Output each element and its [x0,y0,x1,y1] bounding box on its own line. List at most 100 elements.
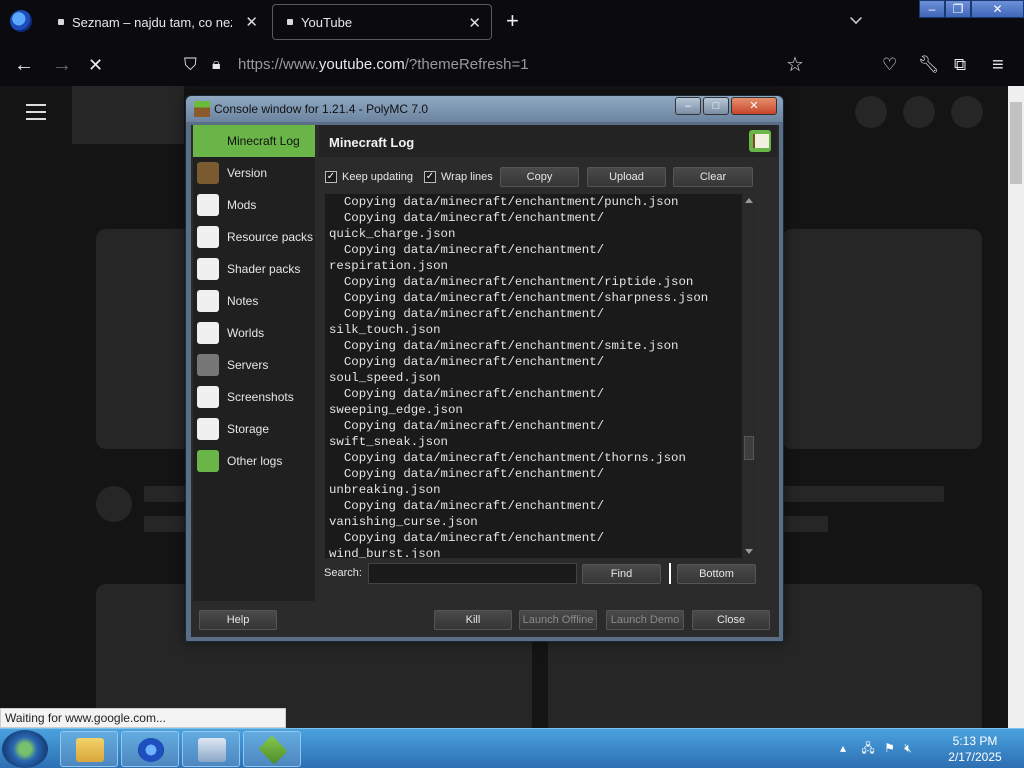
tab-favicon-icon [287,19,293,25]
sidebar-item-minecraft-log[interactable]: Minecraft Log [193,125,315,157]
log-line: respiration.json [329,259,448,273]
close-icon[interactable]: ✕ [468,14,481,32]
bookmark-star-icon[interactable]: ☆ [786,54,804,76]
lock-icon[interactable]: 🔒︎ [212,54,221,76]
title-placeholder [782,486,944,502]
log-line: Copying data/minecraft/enchantment/ [329,387,605,401]
sidebar-item-label: Notes [227,294,259,308]
url-host: youtube.com [318,56,405,73]
launch-demo-button[interactable]: Launch Demo [606,610,684,630]
tab-title: Seznam – najdu tam, co neznám [72,14,232,30]
close-button[interactable]: Close [692,610,770,630]
log-line: Copying data/minecraft/enchantment/ [329,211,605,225]
dialog-minimize-icon[interactable]: – [675,97,701,115]
sidebar-item-label: Other logs [227,454,283,468]
taskbar-firefox[interactable] [121,731,179,767]
search-input[interactable] [368,563,577,584]
title-placeholder [144,486,188,502]
grass-block-icon [194,101,210,117]
sidebar-item-screenshots[interactable]: Screenshots [193,381,315,413]
help-button[interactable]: Help [199,610,277,630]
placeholder-avatar [855,96,887,128]
kill-button[interactable]: Kill [434,610,512,630]
sidebar-item-version[interactable]: Version [193,157,315,189]
extensions-icon[interactable]: ⧉ [954,54,966,76]
wrench-icon[interactable]: 🔧︎ [918,54,940,76]
start-button-icon[interactable] [2,730,48,768]
tab-list-chevron-down-icon[interactable] [850,12,862,24]
search-label: Search: [324,567,362,579]
clock-date: 2/17/2025 [948,750,1002,764]
log-scrollbar-thumb[interactable] [744,436,754,460]
sidebar-item-other-logs[interactable]: Other logs [193,445,315,477]
volume-muted-icon[interactable]: 🔇︎ [904,741,912,755]
log-line: soul_speed.json [329,371,441,385]
window-close-icon[interactable]: ✕ [971,0,1024,18]
sidebar-item-resource-packs[interactable]: Resource packs [193,221,315,253]
wrap-lines-checkbox[interactable]: ✓ Wrap lines [424,171,493,183]
clear-button[interactable]: Clear [673,167,753,187]
dialog-sidebar: Minecraft Log Version Mods Resource packs Sh… [193,125,315,601]
bottom-button[interactable]: Bottom [677,564,756,584]
console-window: Console window for 1.21.4 - PolyMC 7.0 –… [185,95,784,642]
sidebar-item-label: Version [227,166,268,180]
video-thumbnail-placeholder [96,229,196,449]
clock-time: 5:13 PM [952,734,998,748]
storage-icon [197,418,219,440]
log-scrollbar[interactable] [742,194,756,558]
back-arrow-icon[interactable]: ← [14,54,34,76]
window-restore-icon[interactable]: ❐ [945,0,971,18]
show-hidden-icons-icon[interactable]: ▴ [840,741,846,755]
new-tab-plus-icon[interactable]: + [506,9,519,33]
log-line: quick_charge.json [329,227,456,241]
stop-loading-icon[interactable]: ✕ [88,54,103,76]
action-center-flag-icon[interactable]: ⚑ [884,741,895,755]
log-line: Copying data/minecraft/enchantment/ [329,531,605,545]
dialog-close-icon[interactable]: ✕ [731,97,777,115]
content-header: Minecraft Log [319,125,777,157]
find-button[interactable]: Find [582,564,661,584]
log-line: swift_sneak.json [329,435,448,449]
tracking-shield-icon[interactable]: ⛉ [184,54,197,76]
scroll-up-arrow-icon[interactable] [745,198,753,203]
placeholder-avatar [903,96,935,128]
dialog-maximize-icon[interactable]: □ [703,97,729,115]
browser-nav-bar: ← → ✕ ⛉ 🔒︎ https://www.youtube.com/?them… [0,44,1024,86]
menu-icon[interactable]: ≡ [992,54,1004,76]
sidebar-item-label: Mods [227,198,257,212]
scrollbar-thumb[interactable] [1010,102,1022,184]
launch-offline-button[interactable]: Launch Offline [519,610,597,630]
title-placeholder [144,516,188,532]
close-icon[interactable]: ✕ [245,13,258,31]
forward-arrow-icon[interactable]: → [52,54,72,76]
sidebar-item-worlds[interactable]: Worlds [193,317,315,349]
grass-block-icon [197,162,219,184]
keep-updating-label: Keep updating [342,171,413,183]
tab-youtube[interactable]: YouTube ✕ [272,4,492,40]
sidebar-item-shader-packs[interactable]: Shader packs [193,253,315,285]
sidebar-item-notes[interactable]: Notes [193,285,315,317]
taskbar-control-panel[interactable] [182,731,240,767]
dialog-title-bar[interactable]: Console window for 1.21.4 - PolyMC 7.0 –… [186,96,783,122]
sidebar-item-storage[interactable]: Storage [193,413,315,445]
taskbar-clock[interactable]: 5:13 PM 2/17/2025 [940,733,1010,765]
copy-button[interactable]: Copy [500,167,579,187]
taskbar-polymc[interactable] [243,731,301,767]
hamburger-menu-icon[interactable] [26,104,46,120]
page-scrollbar[interactable] [1008,86,1024,728]
firefox-icon[interactable] [10,10,32,32]
sidebar-item-label: Minecraft Log [227,134,300,148]
network-icon[interactable]: 🖧︎ [861,741,874,755]
keep-updating-checkbox[interactable]: ✓ Keep updating [325,171,413,183]
sidebar-item-servers[interactable]: Servers [193,349,315,381]
log-text-area[interactable]: Copying data/minecraft/enchantment/punch… [325,194,755,558]
upload-button[interactable]: Upload [587,167,666,187]
sidebar-item-mods[interactable]: Mods [193,189,315,221]
window-minimize-icon[interactable]: – [919,0,945,18]
tab-seznam[interactable]: Seznam – najdu tam, co neznám ✕ [44,4,268,40]
tab-title: YouTube [301,14,353,30]
url-bar[interactable]: https://www.youtube.com/?themeRefresh=1 [238,56,529,73]
taskbar-explorer[interactable] [60,731,118,767]
scroll-down-arrow-icon[interactable] [745,549,753,554]
pocket-icon[interactable]: ♡ [882,54,897,76]
